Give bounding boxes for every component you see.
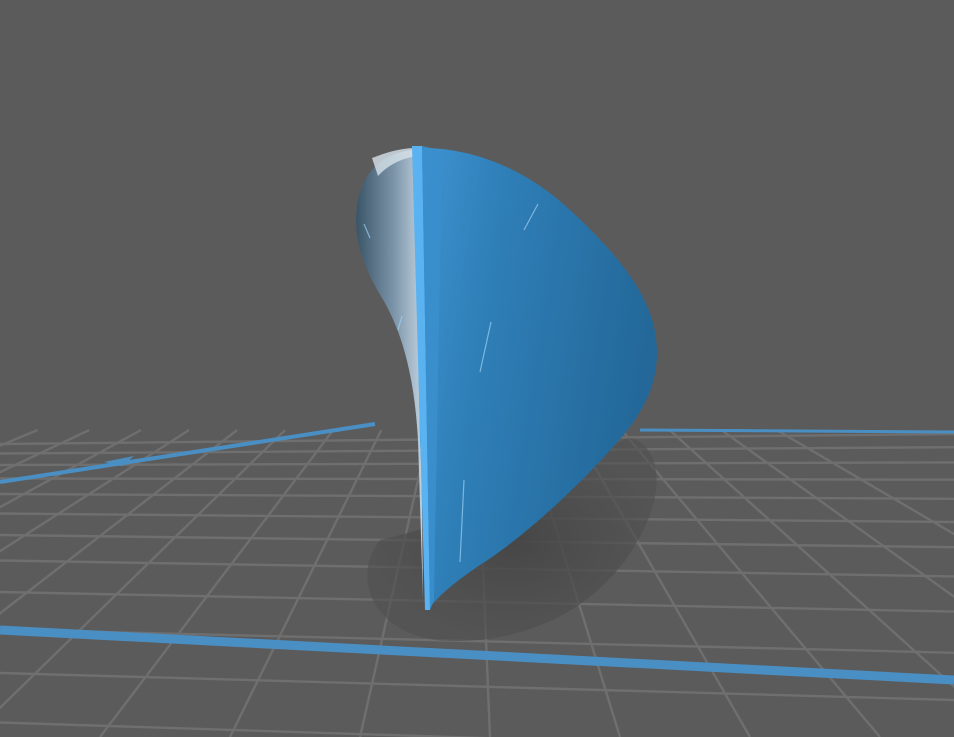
grid-line [720,429,954,599]
grid-line [0,671,954,702]
viewport-scene[interactable] [0,0,954,737]
grid-line [99,429,335,737]
grid-line [776,428,954,536]
grid-line [0,428,142,509]
grid-line [228,429,383,737]
3d-viewport[interactable] [0,0,954,737]
grid-line [0,721,488,737]
grid-line [668,429,954,689]
